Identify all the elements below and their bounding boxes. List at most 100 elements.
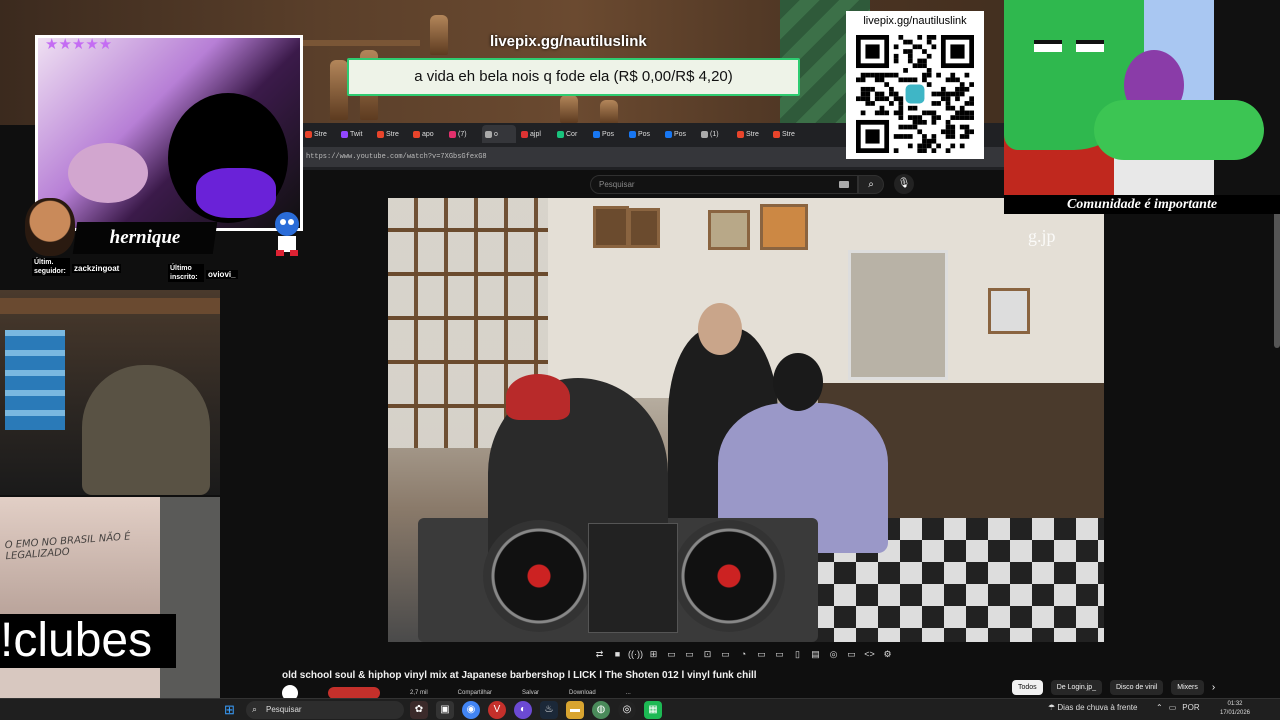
qr-module bbox=[893, 134, 899, 139]
player-control-icon[interactable]: ◎ bbox=[826, 648, 841, 661]
voice-search-button[interactable]: 🎙 bbox=[894, 174, 914, 194]
network-icon[interactable]: ▭ bbox=[1169, 703, 1177, 712]
qr-module bbox=[893, 96, 899, 102]
browser-tab[interactable]: o bbox=[482, 125, 516, 143]
browser-tab[interactable]: Stre bbox=[374, 125, 408, 143]
qr-module bbox=[931, 101, 937, 106]
player-control-icon[interactable]: ▭ bbox=[844, 648, 859, 661]
clock-date: 17/01/2026 bbox=[1219, 710, 1251, 716]
obs-icon[interactable]: ◎ bbox=[618, 701, 636, 719]
browser-tab[interactable]: apo bbox=[410, 125, 444, 143]
chip-login-jp[interactable]: De Login.jp_ bbox=[1050, 680, 1102, 695]
qr-module bbox=[856, 96, 861, 102]
browser-tab[interactable]: Stre bbox=[770, 125, 804, 143]
browser-icon[interactable]: ◍ bbox=[592, 701, 610, 719]
save-button[interactable]: Salvar bbox=[522, 690, 539, 696]
browser-tab[interactable]: (7) bbox=[446, 125, 480, 143]
browser-tab[interactable]: ajpl bbox=[518, 125, 552, 143]
background-shelf bbox=[300, 40, 420, 46]
video-dj-mixer bbox=[588, 523, 678, 633]
video-wall-frame bbox=[760, 204, 808, 250]
chrome-icon[interactable]: ◉ bbox=[462, 701, 480, 719]
player-control-icon[interactable]: ■ bbox=[610, 648, 625, 661]
player-control-icon[interactable]: ▭ bbox=[664, 648, 679, 661]
video-title[interactable]: old school soul & hiphop vinyl mix at Ja… bbox=[282, 670, 757, 681]
windows-start-icon[interactable]: ⊞ bbox=[224, 703, 238, 717]
player-control-icon[interactable]: ▭ bbox=[754, 648, 769, 661]
page-scrollbar[interactable] bbox=[1274, 198, 1280, 348]
graffiti-building bbox=[160, 497, 220, 720]
vivaldi-icon[interactable]: V bbox=[488, 701, 506, 719]
qr-module bbox=[964, 101, 970, 106]
chip-vinyl[interactable]: Disco de vinil bbox=[1110, 680, 1164, 695]
qr-module bbox=[922, 119, 927, 125]
video-wall-frame bbox=[593, 206, 629, 248]
tab-favicon-icon bbox=[665, 130, 672, 138]
browser-tab[interactable]: Stre bbox=[734, 125, 768, 143]
video-barber-head bbox=[698, 303, 742, 355]
taskbar-search-input[interactable]: Pesquisar bbox=[246, 701, 404, 719]
chevron-right-icon[interactable]: › bbox=[1212, 682, 1215, 693]
taskbar-clock[interactable]: 01:32 17/01/2026 bbox=[1216, 700, 1254, 718]
file-explorer-icon[interactable]: ▬ bbox=[566, 701, 584, 719]
spreadsheet-icon[interactable]: ▦ bbox=[644, 701, 662, 719]
browser-tab[interactable]: Cor bbox=[554, 125, 588, 143]
qr-module bbox=[903, 124, 908, 130]
player-control-icon[interactable]: ▭ bbox=[772, 648, 787, 661]
tab-favicon-icon bbox=[305, 130, 312, 138]
player-control-icon[interactable]: ▤ bbox=[808, 648, 823, 661]
qr-module bbox=[922, 110, 927, 116]
weather-widget[interactable]: ☂ Dias de chuva à frente bbox=[1048, 703, 1137, 712]
browser-tab[interactable]: Pos bbox=[662, 125, 696, 143]
qr-module bbox=[865, 101, 871, 106]
background-bottle bbox=[330, 60, 348, 120]
player-control-icon[interactable]: ▭ bbox=[682, 648, 697, 661]
share-button[interactable]: Compartilhar bbox=[458, 690, 492, 696]
browser-tab[interactable]: (1) bbox=[698, 125, 732, 143]
browser-tab-label: Stre bbox=[314, 130, 327, 138]
player-control-icon[interactable]: ((·)) bbox=[628, 648, 643, 661]
more-actions-button[interactable]: ... bbox=[626, 690, 631, 696]
like-count[interactable]: 2,7 mil bbox=[410, 690, 428, 696]
qr-module bbox=[964, 72, 970, 78]
browser-tab[interactable]: Pos bbox=[590, 125, 624, 143]
task-view-icon[interactable]: ▣ bbox=[436, 701, 454, 719]
search-button[interactable]: ⌕ bbox=[858, 175, 884, 194]
webcam-main bbox=[35, 35, 303, 231]
youtube-search-input[interactable]: Pesquisar bbox=[590, 175, 858, 194]
player-control-icon[interactable]: <> bbox=[862, 648, 877, 661]
player-control-icon[interactable]: ⊡ bbox=[700, 648, 715, 661]
download-button[interactable]: Download bbox=[569, 690, 596, 696]
player-control-icon[interactable]: ◔ bbox=[736, 648, 751, 661]
qr-module bbox=[860, 91, 866, 97]
video-player[interactable]: g.jp bbox=[388, 198, 1104, 642]
browser-tab[interactable]: Twit bbox=[338, 125, 372, 143]
steam-icon[interactable]: ♨ bbox=[540, 701, 558, 719]
browser-tab-label: Stre bbox=[746, 130, 759, 138]
player-control-icon[interactable]: ▭ bbox=[718, 648, 733, 661]
qr-module bbox=[950, 143, 956, 149]
keyboard-icon[interactable] bbox=[839, 181, 849, 188]
discord-icon[interactable]: ◐ bbox=[514, 701, 532, 719]
cartoon-eye bbox=[1076, 40, 1104, 52]
qr-module bbox=[917, 129, 923, 135]
player-control-icon[interactable]: ⊞ bbox=[646, 648, 661, 661]
player-control-icon[interactable]: ▯ bbox=[790, 648, 805, 661]
chip-all[interactable]: Todos bbox=[1012, 680, 1043, 695]
tulips-icon[interactable]: ✿ bbox=[410, 701, 428, 719]
qr-module bbox=[898, 134, 904, 139]
qr-module bbox=[898, 101, 904, 106]
player-control-icon[interactable]: ⚙ bbox=[880, 648, 895, 661]
chip-mixers[interactable]: Mixers bbox=[1171, 680, 1204, 695]
clock-time: 01:32 bbox=[1227, 701, 1243, 707]
qr-module bbox=[955, 91, 960, 97]
tab-favicon-icon bbox=[557, 130, 564, 138]
qr-module bbox=[884, 110, 890, 116]
browser-tab[interactable]: Pos bbox=[626, 125, 660, 143]
browser-tab[interactable]: Stre bbox=[302, 125, 336, 143]
tray-expand-icon[interactable]: ⌃ bbox=[1156, 703, 1163, 712]
player-control-icon[interactable]: ⇄ bbox=[592, 648, 607, 661]
language-indicator[interactable]: POR bbox=[1182, 703, 1199, 712]
qr-module bbox=[860, 72, 866, 78]
stream-screen: Stre Twit Stre apo (7) o ajpl Cor Pos Pos Pos (1) St… bbox=[0, 0, 1280, 720]
